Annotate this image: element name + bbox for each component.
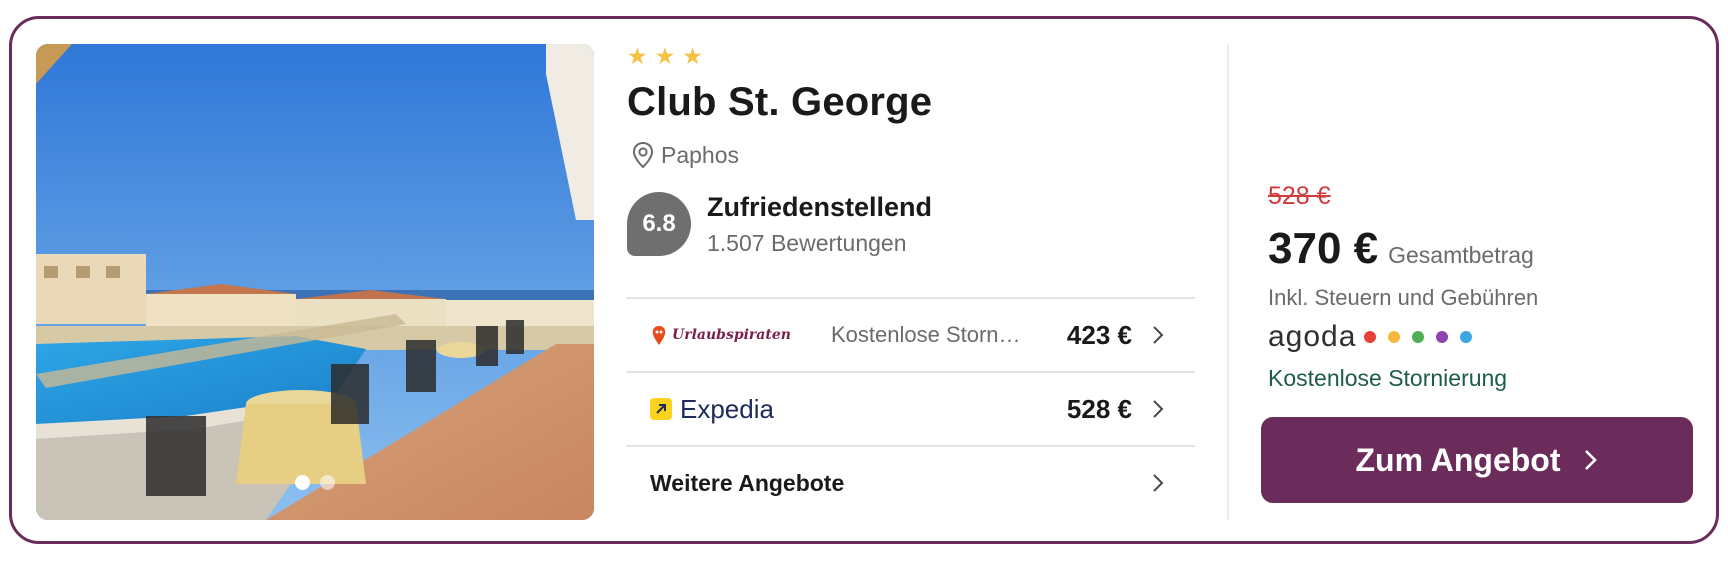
agoda-dot-icon: [1412, 331, 1425, 343]
provider-name: Urlaubspiraten: [672, 327, 791, 343]
chevron-right-icon: [1153, 400, 1164, 418]
agoda-dot-icon: [1460, 331, 1473, 343]
rating-label: Zufriedenstellend: [707, 192, 933, 222]
provider-logo-urlaubspiraten: Urlaubspiraten: [650, 299, 791, 371]
star-icon: ★: [682, 43, 703, 69]
tax-note: Inkl. Steuern und Gebühren: [1268, 285, 1539, 310]
pirate-flag-icon: [652, 326, 666, 345]
location-text: Paphos: [661, 141, 740, 168]
offer-price: 423 €: [1066, 319, 1132, 350]
chevron-right-icon: [1584, 450, 1597, 470]
hotel-photo-image: [36, 44, 594, 520]
provider-logo-expedia: Expedia: [650, 373, 774, 445]
chevron-right-icon: [1153, 474, 1164, 492]
gallery-dot-2[interactable]: [320, 475, 335, 490]
star-icon: ★: [627, 43, 648, 69]
chevron-right-icon: [1153, 326, 1164, 344]
view-deal-button-label: Zum Angebot: [1355, 441, 1561, 478]
provider-name: Expedia: [680, 393, 774, 424]
provider-logo-agoda: agoda: [1268, 320, 1480, 354]
hotel-location: Paphos: [629, 140, 739, 170]
map-pin-icon: [632, 141, 654, 169]
star-icon: ★: [654, 43, 676, 69]
total-price: 370 €: [1268, 224, 1379, 273]
provider-name: agoda: [1268, 320, 1357, 353]
old-price: 528 €: [1268, 182, 1331, 210]
offers-list: Urlaubspiraten Kostenlose Storn… 423 € E…: [626, 297, 1195, 519]
review-count[interactable]: 1.507 Bewertungen: [707, 230, 907, 257]
offer-row-urlaubspiraten[interactable]: Urlaubspiraten Kostenlose Storn… 423 €: [626, 297, 1195, 371]
free-cancellation: Kostenlose Stornierung: [1268, 365, 1508, 391]
offer-note: Kostenlose Storn…: [831, 322, 1021, 347]
more-offers-label: Weitere Angebote: [650, 469, 845, 496]
agoda-dot-icon: [1436, 331, 1449, 343]
expedia-arrow-icon: [650, 398, 672, 420]
agoda-dot-icon: [1388, 331, 1401, 343]
star-rating: ★ ★ ★: [627, 44, 703, 68]
gallery-dot-1[interactable]: [295, 475, 310, 490]
rating-score-badge: 6.8: [627, 192, 691, 256]
agoda-dot-icon: [1364, 331, 1377, 343]
price-label: Gesamtbetrag: [1388, 242, 1534, 268]
hotel-name[interactable]: Club St. George: [627, 80, 932, 125]
more-offers-row[interactable]: Weitere Angebote: [626, 445, 1195, 519]
hotel-photo[interactable]: [36, 44, 594, 520]
offer-row-expedia[interactable]: Expedia 528 €: [626, 371, 1195, 445]
column-divider: [1227, 44, 1229, 520]
offer-price: 528 €: [1066, 393, 1132, 424]
price-line: 370 € Gesamtbetrag: [1268, 224, 1534, 274]
gallery-dots: [36, 475, 594, 490]
view-deal-button[interactable]: Zum Angebot: [1261, 417, 1693, 503]
